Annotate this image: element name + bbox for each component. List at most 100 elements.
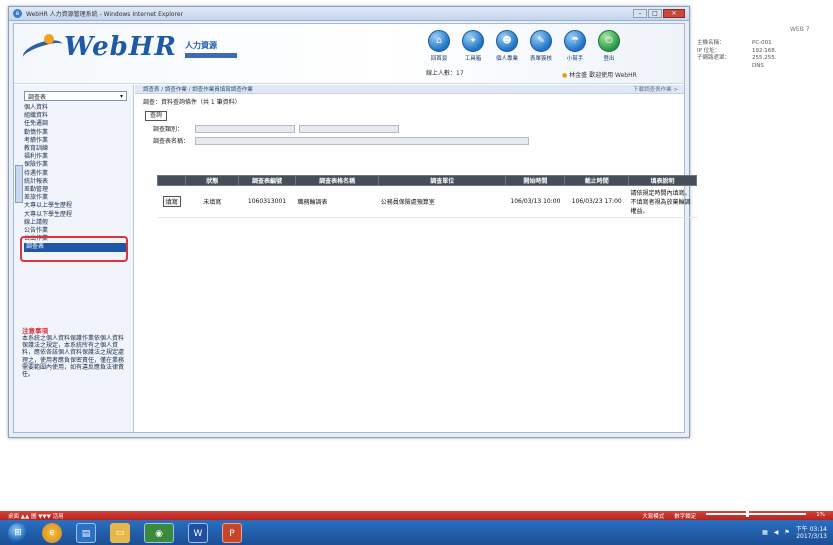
sidebar: 調查表 ▾ 個人資料 組織資料 任免遷調 勤惰作業 考績作業 教育訓練 福利作業… (14, 85, 134, 432)
cell-unit: 公務員保險處預算室 (378, 185, 506, 218)
webhr-logo[interactable]: WebHR 人力資源 (22, 32, 237, 62)
status-strip-right: 大寫模式 數字鎖定 1% (642, 510, 825, 520)
minimize-button[interactable]: – (633, 9, 647, 18)
desktop-info-value: DNS (752, 62, 764, 69)
nav-logout-label: 登出 (603, 56, 615, 62)
sidebar-item[interactable]: 大專以下學生歷程 (24, 211, 133, 219)
cell-code: 1060313001 (238, 185, 296, 218)
system-tray: ▦ ◀ ⚑ 下午 03:14 2017/3/13 (762, 526, 827, 540)
online-count: 線上人數：17 (426, 70, 464, 77)
chevron-down-icon: ▾ (119, 92, 123, 100)
user-text: 林金盛 歡迎使用 WebHR (569, 72, 637, 79)
start-button[interactable]: ⊞ (8, 522, 28, 543)
breadcrumb-right-link[interactable]: 下載調查表作業 > (633, 85, 678, 93)
cell-name: 職務輪調表 (295, 185, 379, 218)
sidebar-item[interactable]: 大專以上學生歷程 (24, 202, 133, 210)
network-icon[interactable]: ▦ (762, 529, 768, 536)
sidebar-menu: 個人資料 組織資料 任免遷調 勤惰作業 考績作業 教育訓練 福利作業 保險作業 … (24, 104, 133, 252)
fill-button[interactable]: 填寫 (162, 196, 181, 207)
zoom-slider[interactable] (706, 510, 807, 517)
form-icon: ✎ (530, 30, 552, 52)
desktop-info-values: PC-001 192.168. 255.255. DNS (752, 40, 777, 70)
status-numlock: 數字鎖定 (674, 513, 697, 520)
privacy-note-body: 本系統之個人資料保護作業依個人資料保護法之規定，本系統所有之個人資料，應依各該個… (22, 335, 125, 379)
column-header[interactable]: 調查單位 (378, 175, 507, 186)
sidebar-item[interactable]: 任免遷調 (24, 120, 133, 128)
nav-personal[interactable]: ☻ 個人專業 (494, 30, 520, 62)
nav-home[interactable]: ⌂ 回首頁 (426, 30, 452, 62)
filter-category-input[interactable] (195, 124, 295, 133)
query-button[interactable]: 查詢 (145, 111, 167, 121)
cell-end: 106/03/23 17:00 (564, 185, 629, 218)
nav-forms[interactable]: ✎ 表單簽核 (528, 30, 554, 62)
logout-icon: ⏻ (598, 30, 620, 52)
window-controls: – □ ✕ (633, 9, 685, 18)
privacy-note-title: 注意事項 (22, 327, 48, 335)
filter-name-input[interactable] (195, 136, 529, 145)
clock[interactable]: 下午 03:14 2017/3/13 (796, 526, 827, 540)
status-capslock: 大寫模式 (642, 513, 665, 520)
browser-window: e WebHR 人力資源管理系統 - Windows Internet Expl… (8, 6, 697, 438)
flag-icon[interactable]: ⚑ (784, 529, 789, 536)
column-header[interactable]: 截止時間 (564, 175, 630, 186)
sidebar-item[interactable]: 統計報表 (24, 178, 133, 186)
ie-icon: e (13, 9, 22, 18)
brand-sub-bar (184, 53, 237, 58)
sidebar-item[interactable]: 考績作業 (24, 137, 133, 145)
sidebar-item[interactable]: 教育訓練 (24, 145, 133, 153)
desktop-info-labels: 主機名稱： IP 位址： 子網路遮罩： (697, 40, 730, 63)
brand-subtitle: 人力資源 (184, 40, 237, 58)
folder-icon[interactable]: ▭ (110, 522, 130, 543)
maximize-button[interactable]: □ (648, 9, 662, 18)
column-header[interactable]: 調查表格名稱 (294, 175, 380, 186)
nav-helper[interactable]: ☂ 小幫手 (562, 30, 588, 62)
column-header[interactable]: 調查表編號 (238, 175, 296, 186)
sidebar-item[interactable]: 個人資料 (24, 104, 133, 112)
breadcrumb-text[interactable]: 調查表 / 調查作業 / 調查作業員填寫調查作業 (143, 85, 253, 93)
sidebar-item[interactable]: 待遇作業 (24, 170, 133, 178)
column-header[interactable]: 狀態 (185, 175, 240, 186)
powerpoint-icon[interactable]: P (222, 522, 242, 543)
user-icon: ● (562, 72, 568, 79)
logo-swoosh-icon (22, 32, 64, 62)
clock-date: 2017/3/13 (796, 532, 827, 540)
windows-taskbar: ⊞ e ▤ ▭ ◉ W P ▦ ◀ ⚑ 下午 03:14 2017/3/13 (0, 520, 833, 545)
privacy-note: 注意事項 本系統之個人資料保護作業依個人資料保護法之規定，本系統所有之個人資料，… (22, 325, 128, 378)
word-icon[interactable]: W (188, 522, 208, 543)
filter-row-category: 調查類別： (153, 124, 684, 133)
close-button[interactable]: ✕ (663, 9, 685, 18)
nav-helper-label: 小幫手 (566, 56, 584, 62)
desktop-info-value: 255.255. (752, 55, 777, 61)
nav-logout[interactable]: ⏻ 登出 (596, 30, 622, 62)
filter-row-name: 調查表名稱： (153, 136, 684, 145)
desktop-info-value: PC-001 (752, 40, 772, 46)
cell-status: 未填寫 (185, 185, 239, 218)
main-panel: 調查表 / 調查作業 / 調查作業員填寫調查作業 下載調查表作業 > 調查：資料… (135, 85, 697, 432)
survey-table: 狀態 調查表編號 調查表格名稱 調查單位 開始時間 截止時間 填表說明 填寫 未… (156, 175, 697, 218)
internet-explorer-icon[interactable]: e (42, 522, 62, 543)
status-strip-left: 桌面 ▲▲ 圖 ▼▼▼ 活用 (8, 513, 64, 520)
desktop-corner-text: WEB 7 (790, 26, 810, 33)
nav-toolbox[interactable]: ✦ 工具箱 (460, 30, 486, 62)
status-zoom: 1% (816, 511, 825, 518)
site-header: WebHR 人力資源 ⌂ 回首頁 ✦ 工具箱 ☻ 個人專業 ✎ 表單簽核 ☂ 小… (14, 24, 684, 84)
volume-icon[interactable]: ◀ (774, 529, 779, 536)
sidebar-collapse-handle[interactable] (15, 165, 23, 203)
top-nav: ⌂ 回首頁 ✦ 工具箱 ☻ 個人專業 ✎ 表單簽核 ☂ 小幫手 ⏻ 登出 (426, 30, 622, 62)
helper-icon: ☂ (564, 30, 586, 52)
column-header[interactable]: 填表說明 (628, 175, 697, 186)
user-info: ● 林金盛 歡迎使用 WebHR (562, 70, 637, 79)
window-title: WebHR 人力資源管理系統 - Windows Internet Explor… (26, 11, 184, 18)
module-select[interactable]: 調查表 ▾ (24, 91, 127, 101)
brand-name: WebHR (64, 32, 177, 62)
sidebar-item[interactable]: 線上請假 (24, 219, 133, 227)
explorer-icon[interactable]: ▤ (76, 522, 96, 543)
sidebar-item[interactable]: 保險作業 (24, 161, 133, 169)
column-header[interactable]: 開始時間 (505, 175, 566, 186)
sidebar-item[interactable]: 差勤管理 (24, 186, 133, 194)
browser-task-icon[interactable]: ◉ (144, 522, 174, 543)
sidebar-item[interactable]: 勤惰作業 (24, 129, 133, 137)
filter-category-input-2[interactable] (299, 124, 399, 133)
nav-toolbox-label: 工具箱 (464, 56, 482, 62)
desktop-info-value: 192.168. (752, 47, 777, 54)
